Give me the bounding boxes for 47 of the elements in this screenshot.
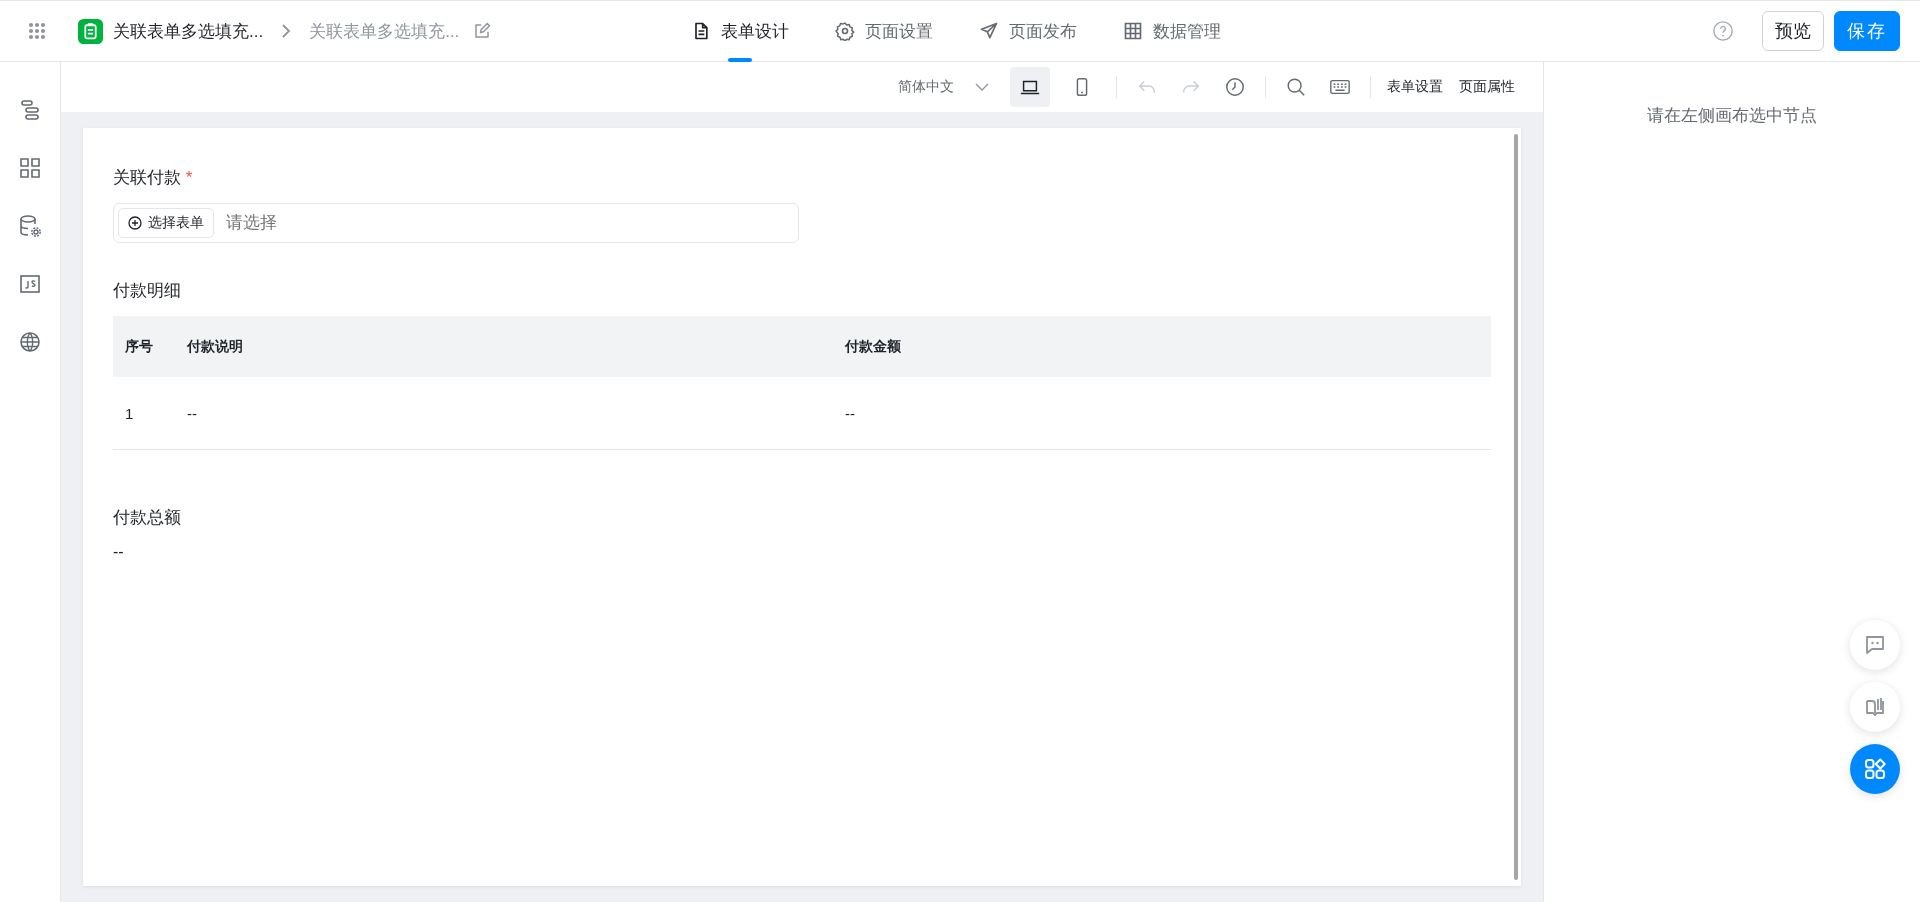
field-label: 付款总额	[113, 507, 182, 529]
table-icon	[1123, 21, 1143, 41]
select-form-button[interactable]: 选择表单	[118, 208, 214, 238]
outline-tree-icon[interactable]	[18, 98, 42, 122]
gear-icon	[835, 21, 855, 41]
toolbar-link[interactable]: 页面属性	[1459, 78, 1515, 96]
paper-plane-icon	[979, 21, 999, 41]
table-cell: --	[833, 377, 1491, 450]
plus-circle-icon	[128, 216, 142, 230]
book-fab[interactable]	[1850, 682, 1900, 732]
apps-grid-fab[interactable]	[1850, 744, 1900, 794]
preview-button[interactable]: 预览	[1762, 11, 1824, 51]
nav-tab[interactable]: 页面发布	[979, 0, 1077, 62]
column-header: 序号	[113, 316, 175, 377]
search-icon	[1285, 76, 1307, 98]
field-label: 付款明细	[113, 280, 182, 302]
table-cell: --	[175, 377, 833, 450]
form-app-icon	[78, 18, 103, 44]
help-icon[interactable]	[1712, 20, 1734, 42]
chat-bubble-fab[interactable]	[1850, 620, 1900, 670]
edit-icon[interactable]	[473, 22, 492, 40]
toolbar-link[interactable]: 表单设置	[1387, 78, 1443, 96]
scrollbar[interactable]	[1514, 134, 1518, 880]
empty-selection-hint: 请在左侧画布选中节点	[1647, 106, 1817, 125]
nav-tab[interactable]: 数据管理	[1123, 0, 1221, 62]
table-cell: 1	[113, 377, 175, 450]
globe-icon[interactable]	[18, 330, 42, 354]
column-header: 付款金额	[833, 316, 1491, 377]
apps-grid-icon	[1863, 757, 1887, 781]
app-title[interactable]: 关联表单多选填充...	[113, 19, 264, 43]
field-label: 关联付款 *	[113, 167, 194, 189]
page-title: 关联表单多选填充...	[309, 20, 460, 43]
history-clock-icon	[1224, 76, 1246, 98]
laptop-view-button[interactable]	[1010, 67, 1050, 107]
components-grid-icon[interactable]	[18, 156, 42, 180]
database-gear-icon[interactable]	[18, 214, 42, 238]
language-select[interactable]: 简体中文	[898, 78, 990, 96]
nav-tab[interactable]: 表单设计	[691, 0, 789, 62]
book-icon	[1863, 695, 1887, 719]
field-value: --	[113, 543, 124, 560]
chat-bubble-icon	[1863, 633, 1887, 657]
app-launcher-icon[interactable]	[28, 22, 46, 40]
chevron-down-icon	[974, 82, 990, 92]
column-header: 付款说明	[175, 316, 833, 377]
nav-tab[interactable]: 页面设置	[835, 0, 933, 62]
association-field[interactable]: 选择表单 请选择	[113, 203, 799, 243]
js-file-icon[interactable]	[18, 272, 42, 296]
